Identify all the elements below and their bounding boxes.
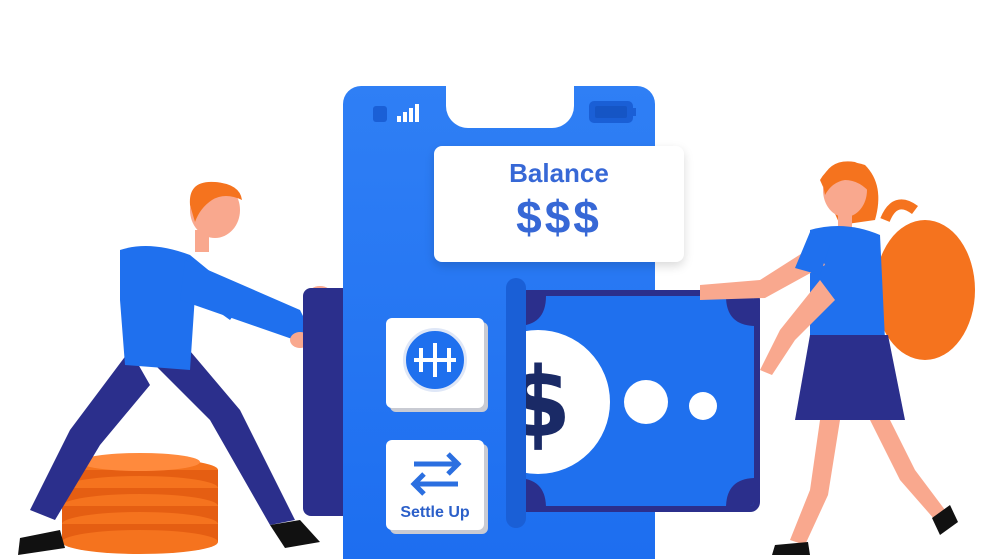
split-button[interactable] bbox=[386, 318, 484, 408]
arrows-swap-icon bbox=[410, 452, 462, 496]
phone-notch bbox=[446, 86, 574, 128]
woman-figure bbox=[700, 161, 975, 555]
balance-amount: $$$ bbox=[516, 191, 602, 243]
man-figure bbox=[18, 181, 332, 555]
signal-icon bbox=[373, 104, 419, 122]
split-icon bbox=[403, 328, 467, 392]
illustration-scene: Balance $$$ $ bbox=[0, 0, 1007, 559]
battery-icon bbox=[589, 101, 636, 123]
bill-back-left bbox=[303, 288, 348, 516]
settle-up-button[interactable]: Settle Up bbox=[386, 440, 484, 530]
balance-label: Balance bbox=[509, 158, 609, 188]
phone-divider-bar bbox=[506, 278, 526, 528]
balance-card: Balance $$$ bbox=[434, 146, 684, 262]
settle-up-label: Settle Up bbox=[400, 504, 470, 521]
